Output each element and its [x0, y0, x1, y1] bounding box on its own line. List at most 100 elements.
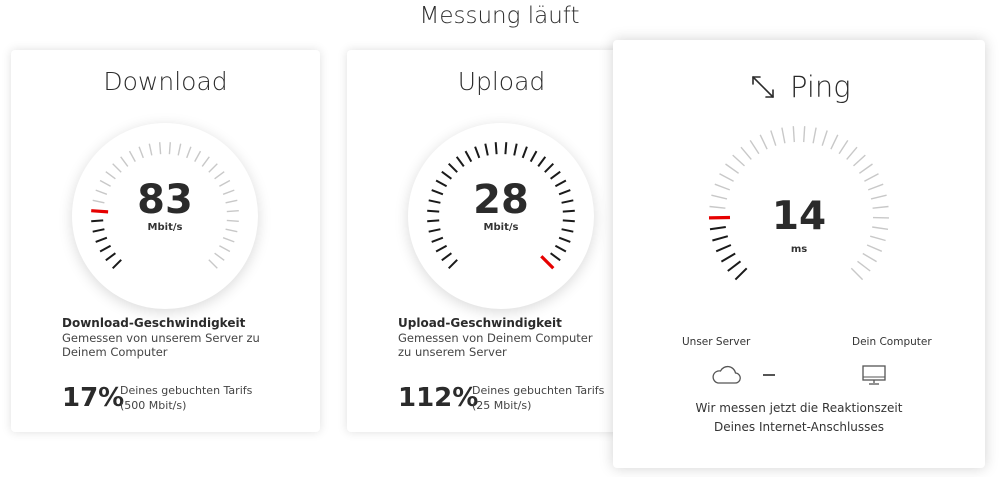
computer-label: Dein Computer	[852, 336, 932, 348]
ping-note-line2: Deines Internet-Anschlusses	[713, 420, 885, 434]
upload-gauge-tick	[537, 156, 547, 167]
upload-gauge-tick	[550, 252, 561, 262]
ping-card: Ping 14 ms Unser Server Dein Computer Wi…	[613, 40, 985, 468]
download-gauge-tick	[138, 146, 144, 159]
ping-gauge-tick	[734, 267, 748, 281]
upload-percent: 112%	[398, 383, 479, 413]
ping-note: Wir messen jetzt die Reaktionszeit Deine…	[613, 399, 985, 437]
upload-gauge-tick	[431, 236, 444, 243]
download-gauge-tick	[159, 142, 162, 155]
ping-gauge-tick	[857, 260, 871, 272]
ping-gauge-tick	[792, 126, 795, 143]
upload-gauge-tick	[554, 244, 567, 253]
download-card: Download 83 Mbit/s Download-Geschwindigk…	[11, 50, 320, 432]
upload-gauge-needle	[540, 255, 555, 270]
upload-gauge-tick	[484, 143, 489, 156]
ping-gauge-tick	[781, 127, 786, 144]
upload-gauge-tick	[447, 162, 458, 173]
ping-gauge-tick	[740, 146, 752, 160]
ping-gauge-tick	[846, 146, 858, 160]
page-title: Messung läuft	[419, 3, 580, 29]
monitor-icon	[862, 365, 886, 385]
download-tariff-value: (500 Mbit/s)	[120, 399, 187, 412]
download-gauge-tick	[194, 150, 202, 162]
upload-heading: Upload-Geschwindigkeit	[398, 316, 562, 330]
download-gauge-tick	[128, 150, 136, 162]
download-gauge-tick	[219, 245, 231, 253]
ping-title: Ping	[790, 70, 851, 104]
ping-gauge-tick	[727, 260, 742, 272]
ping-gauge-tick	[821, 130, 828, 146]
upload-value: 28	[473, 177, 529, 223]
server-label: Unser Server	[682, 336, 751, 348]
download-value: 83	[137, 177, 193, 223]
expand-arrows-icon	[752, 76, 774, 98]
download-gauge-tick	[111, 259, 122, 270]
upload-gauge-tick	[558, 236, 571, 243]
download-percent: 17%	[62, 383, 125, 413]
upload-gauge-tick	[464, 150, 473, 163]
upload-tariff-value: (25 Mbit/s)	[472, 399, 532, 412]
ping-gauge-tick	[864, 173, 879, 182]
upload-gauge-tick	[474, 146, 481, 159]
download-gauge-tick	[168, 142, 171, 155]
ping-value: 14	[771, 194, 827, 239]
connection-dash	[763, 374, 775, 376]
download-gauge-tick	[208, 163, 218, 173]
download-gauge: 83 Mbit/s	[72, 123, 258, 309]
upload-unit: Mbit/s	[483, 222, 519, 233]
upload-gauge-tick	[544, 162, 555, 173]
ping-gauge-tick	[867, 183, 884, 191]
ping-gauge-tick	[830, 134, 839, 150]
download-gauge-tick	[208, 259, 218, 269]
upload-gauge-tick	[504, 142, 508, 155]
upload-gauge-tick	[521, 146, 528, 159]
upload-gauge-tick	[441, 252, 452, 262]
download-gauge-tick	[201, 156, 210, 167]
ping-gauge-tick	[853, 154, 866, 167]
ping-gauge-tick	[770, 130, 777, 146]
ping-unit: ms	[790, 244, 808, 255]
download-gauge-tick	[177, 143, 182, 156]
download-unit: Mbit/s	[147, 222, 183, 233]
upload-title: Upload	[457, 67, 546, 96]
ping-gauge-tick	[714, 183, 731, 191]
ping-gauge-tick	[803, 126, 806, 143]
ping-gauge-tick	[732, 154, 745, 167]
ping-gauge-tick	[850, 267, 864, 281]
download-gauge-tick	[95, 236, 108, 243]
ping-gauge-tick	[858, 163, 873, 174]
download-gauge-tick	[148, 143, 153, 156]
upload-card: Upload 28 Mbit/s Upload-Geschwindigkeit …	[347, 50, 656, 432]
download-gauge-tick	[120, 156, 129, 167]
download-tariff-label: Deines gebuchten Tarifs	[120, 384, 253, 397]
ping-gauge: 14 ms	[708, 126, 890, 306]
upload-gauge-tick	[435, 244, 448, 253]
upload-tariff-label: Deines gebuchten Tarifs	[472, 384, 605, 397]
upload-gauge: 28 Mbit/s	[408, 123, 594, 309]
download-gauge-tick	[112, 163, 122, 173]
upload-description: Gemessen von Deinem Computer zu unserem …	[398, 331, 593, 359]
upload-gauge-tick	[447, 259, 458, 270]
download-gauge-tick	[99, 244, 112, 253]
ping-gauge-tick	[725, 163, 740, 174]
download-title: Download	[103, 67, 228, 96]
download-gauge-tick	[222, 237, 235, 243]
cloud-icon	[712, 365, 741, 384]
ping-note-line1: Wir messen jetzt die Reaktionszeit	[695, 401, 903, 415]
ping-gauge-tick	[759, 134, 768, 150]
upload-tariff: Deines gebuchten Tarifs (25 Mbit/s)	[472, 383, 604, 413]
ping-gauge-tick	[838, 140, 849, 155]
ping-gauge-tick	[719, 173, 734, 182]
download-heading: Download-Geschwindigkeit	[62, 316, 246, 330]
download-gauge-tick	[186, 146, 192, 159]
ping-gauge-tick	[812, 127, 817, 144]
upload-gauge-tick	[494, 142, 498, 155]
download-tariff: Deines gebuchten Tarifs (500 Mbit/s)	[120, 383, 252, 413]
upload-gauge-tick	[513, 143, 518, 156]
download-description: Gemessen von unserem Server zu Deinem Co…	[62, 331, 260, 359]
upload-gauge-tick	[455, 156, 465, 167]
ping-gauge-tick	[749, 140, 760, 155]
upload-gauge-tick	[529, 150, 538, 163]
download-gauge-tick	[105, 252, 116, 262]
